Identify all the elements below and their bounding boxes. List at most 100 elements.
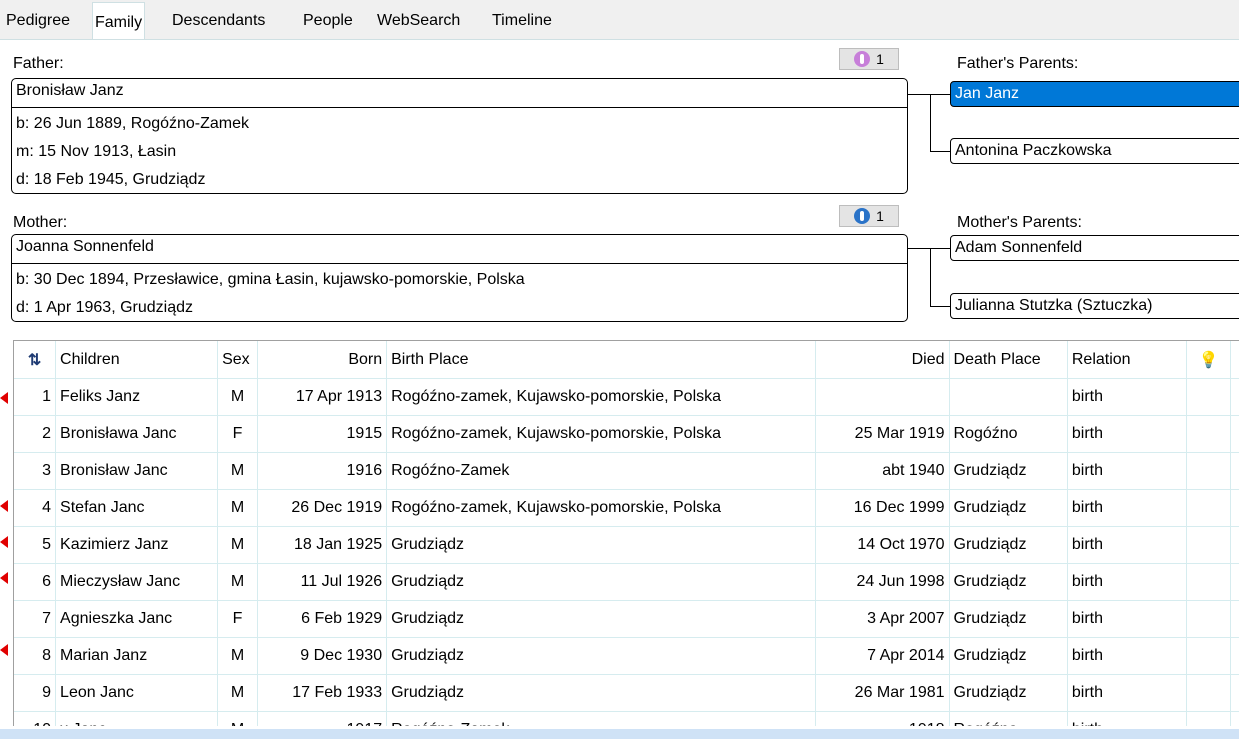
father-badge-count: 1	[876, 51, 884, 67]
paternal-grandfather[interactable]: Jan Janz	[950, 81, 1239, 107]
tab-websearch[interactable]: WebSearch	[375, 6, 462, 36]
table-row[interactable]: 7 Agnieszka Janc F 6 Feb 1929 Grudziądz 3 Apr…	[14, 600, 1239, 638]
child-sex: F	[217, 600, 258, 638]
mother-birth: b: 30 Dec 1894, Przesławice, gmina Łasin…	[16, 271, 525, 288]
paternal-grandmother[interactable]: Antonina Paczkowska	[950, 138, 1239, 164]
table-row[interactable]: 5 Kazimierz Janz M 18 Jan 1925 Grudziądz 14 O…	[14, 526, 1239, 564]
divider	[12, 263, 907, 264]
connector-line	[930, 248, 950, 249]
child-relation: birth	[1067, 526, 1188, 564]
child-died: 16 Dec 1999	[815, 489, 950, 527]
mother-death: d: 1 Apr 1963, Grudziądz	[16, 299, 193, 316]
maternal-grandfather[interactable]: Adam Sonnenfeld	[950, 235, 1239, 261]
tab-timeline[interactable]: Timeline	[490, 6, 554, 36]
child-name: Agnieszka Janc	[55, 600, 219, 638]
tab-people[interactable]: People	[301, 6, 355, 36]
child-born: 1916	[257, 452, 388, 490]
col-death-place[interactable]: Death Place	[949, 341, 1068, 379]
table-row[interactable]: 2 Bronisława Janc F 1915 Rogóźno-zamek, Kuja…	[14, 415, 1239, 453]
father-birth: b: 26 Jun 1889, Rogóźno-Zamek	[16, 115, 250, 132]
child-number: 2	[14, 415, 57, 453]
child-relation: birth	[1067, 415, 1188, 453]
child-name: Kazimierz Janz	[55, 526, 219, 564]
child-birth-place: Grudziądz	[386, 600, 817, 638]
father-name[interactable]: Bronisław Janz	[16, 82, 124, 100]
table-row[interactable]: 8 Marian Janz M 9 Dec 1930 Grudziądz 7 Apr 20…	[14, 637, 1239, 675]
table-row[interactable]: 9 Leon Janc M 17 Feb 1933 Grudziądz 26 Mar 19…	[14, 674, 1239, 712]
child-birth-place: Grudziądz	[386, 563, 817, 601]
child-born: 17 Feb 1933	[257, 674, 388, 712]
hint-cell	[1186, 489, 1231, 527]
connector-line	[930, 94, 950, 95]
child-number: 9	[14, 674, 57, 712]
child-died: 26 Mar 1981	[815, 674, 950, 712]
father-card[interactable]: Bronisław Janz b: 26 Jun 1889, Rogóźno-Z…	[11, 78, 908, 194]
col-died[interactable]: Died	[815, 341, 950, 379]
status-bar	[0, 729, 1239, 739]
father-children-badge[interactable]: 1	[839, 48, 899, 70]
child-death-place: Rogóźno	[949, 415, 1068, 453]
hint-cell	[1186, 526, 1231, 564]
child-born: 6 Feb 1929	[257, 600, 388, 638]
tab-bar: Pedigree Family Descendants People WebSe…	[0, 0, 1239, 41]
tab-family[interactable]: Family	[92, 2, 146, 41]
tab-descendants[interactable]: Descendants	[170, 6, 267, 36]
col-sex[interactable]: Sex	[217, 341, 258, 379]
maternal-grandmother[interactable]: Julianna Stutzka (Sztuczka)	[950, 293, 1239, 319]
child-died: 25 Mar 1919	[815, 415, 950, 453]
table-row[interactable]: 1 Feliks Janz M 17 Apr 1913 Rogóźno-zamek, K…	[14, 378, 1239, 416]
filler-cell	[1230, 378, 1239, 416]
table-row[interactable]: 6 Mieczysław Janc M 11 Jul 1926 Grudziądz 24 …	[14, 563, 1239, 601]
sort-arrows-icon[interactable]: ⇅	[14, 341, 57, 379]
connector-line	[930, 151, 950, 152]
child-name: x Janc	[55, 711, 219, 726]
child-name: Leon Janc	[55, 674, 219, 712]
col-relation[interactable]: Relation	[1067, 341, 1188, 379]
table-row[interactable]: 3 Bronisław Janc M 1916 Rogóźno-Zamek abt 194…	[14, 452, 1239, 490]
mother-badge-count: 1	[876, 208, 884, 224]
filler-cell	[1230, 674, 1239, 712]
child-sex: F	[217, 415, 258, 453]
child-death-place: Rogóźno	[949, 711, 1068, 726]
filler-cell	[1230, 452, 1239, 490]
child-sex: M	[217, 674, 258, 712]
hint-cell	[1186, 415, 1231, 453]
child-sex: M	[217, 489, 258, 527]
connector-line	[930, 306, 950, 307]
child-died: 1918	[815, 711, 950, 726]
child-birth-place: Grudziądz	[386, 526, 817, 564]
child-death-place	[949, 378, 1068, 416]
table-row[interactable]: 4 Stefan Janc M 26 Dec 1919 Rogóźno-zamek, K…	[14, 489, 1239, 527]
filler-cell	[1230, 600, 1239, 638]
child-birth-place: Rogóźno-zamek, Kujawsko-pomorskie, Polsk…	[386, 378, 817, 416]
col-born[interactable]: Born	[257, 341, 388, 379]
mother-name[interactable]: Joanna Sonnenfeld	[16, 238, 154, 256]
child-death-place: Grudziądz	[949, 489, 1068, 527]
child-name: Stefan Janc	[55, 489, 219, 527]
lightbulb-icon[interactable]: 💡	[1186, 341, 1231, 379]
hint-cell	[1186, 600, 1231, 638]
child-number: 10	[14, 711, 57, 726]
father-death: d: 18 Feb 1945, Grudziądz	[16, 171, 206, 188]
table-row[interactable]: 10x JancM1917Rogóźno-Zamek1918Rogóźnobir…	[14, 711, 1239, 726]
mother-children-badge[interactable]: 1	[839, 205, 899, 227]
mothers-parents-label: Mother's Parents:	[957, 214, 1082, 231]
child-death-place: Grudziądz	[949, 674, 1068, 712]
children-table[interactable]: ⇅ Children Sex Born Birth Place Died Dea…	[13, 340, 1239, 726]
child-relation: birth	[1067, 600, 1188, 638]
child-relation: birth	[1067, 563, 1188, 601]
col-birth-place[interactable]: Birth Place	[386, 341, 817, 379]
child-death-place: Grudziądz	[949, 600, 1068, 638]
child-sex: M	[217, 711, 258, 726]
child-sex: M	[217, 637, 258, 675]
child-number: 8	[14, 637, 57, 675]
hint-cell	[1186, 674, 1231, 712]
col-children[interactable]: Children	[55, 341, 219, 379]
mother-card[interactable]: Joanna Sonnenfeld b: 30 Dec 1894, Przesł…	[11, 234, 908, 322]
father-label: Father:	[13, 55, 64, 72]
tab-pedigree[interactable]: Pedigree	[4, 6, 72, 36]
child-born: 11 Jul 1926	[257, 563, 388, 601]
hint-cell	[1186, 711, 1231, 726]
filler-cell	[1230, 563, 1239, 601]
hint-cell	[1186, 378, 1231, 416]
